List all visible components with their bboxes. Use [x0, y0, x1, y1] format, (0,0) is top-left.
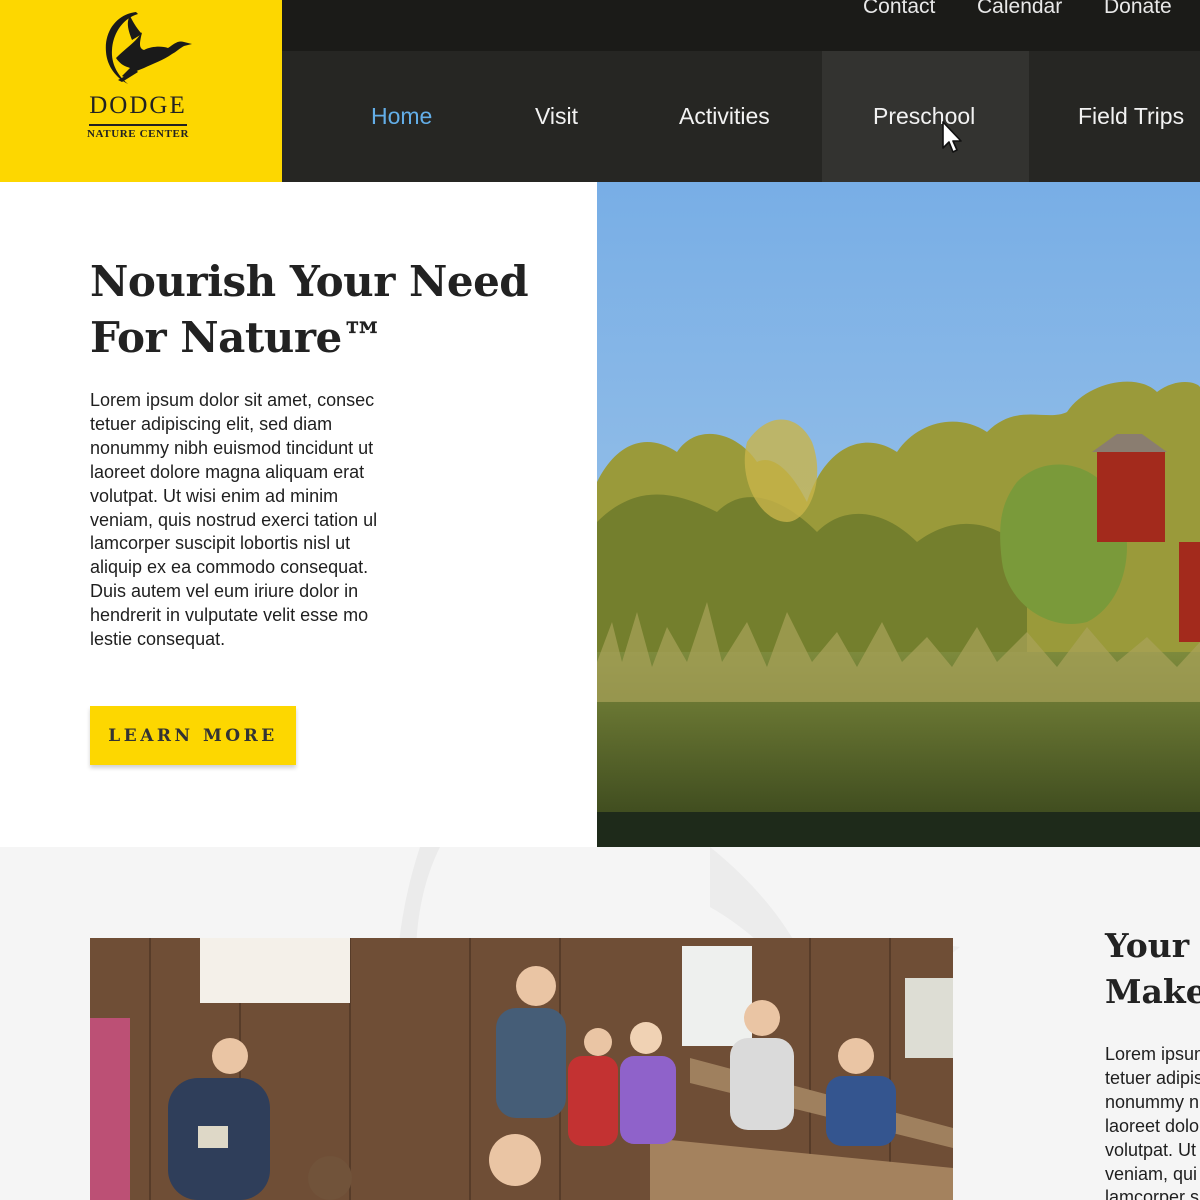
heron-icon — [105, 12, 192, 84]
logo[interactable]: DODGE NATURE CENTER — [0, 0, 282, 182]
hero-body-text: Lorem ipsum dolor sit amet, consec tetue… — [90, 390, 378, 650]
nav-visit[interactable]: Visit — [535, 103, 578, 130]
hero-title: Nourish Your Need For Nature™ — [90, 254, 570, 366]
section-body-text: Lorem ipsum tetuer adipis nonummy ni lao… — [1105, 1044, 1200, 1200]
hero-photo — [597, 182, 1200, 847]
hero-title-line1: Nourish Your Need — [90, 257, 529, 306]
brand-name: DODGE — [89, 92, 187, 119]
brand-subtitle: NATURE CENTER — [86, 128, 190, 140]
section-preschool: Your N Make Lorem ipsum tetuer adipis no… — [0, 847, 1200, 1200]
section-title-line2: Make — [1105, 972, 1200, 1011]
brand-divider — [89, 124, 187, 126]
nav-contact[interactable]: Contact — [863, 0, 935, 19]
nav-activities[interactable]: Activities — [679, 103, 770, 130]
section-title: Your N Make — [1105, 923, 1200, 1015]
hero-title-line2: For Nature™ — [90, 313, 384, 362]
main-nav: Home Visit Activities Preschool Field Tr… — [282, 51, 1200, 182]
nav-donate[interactable]: Donate — [1104, 0, 1172, 19]
nav-field-trips[interactable]: Field Trips — [1078, 103, 1184, 130]
utility-bar: Contact Calendar Donate — [282, 0, 1200, 51]
mouse-pointer-icon — [942, 121, 962, 153]
section-title-line1: Your N — [1105, 926, 1200, 965]
nav-home[interactable]: Home — [371, 103, 432, 130]
nav-calendar[interactable]: Calendar — [977, 0, 1062, 19]
children-barn-photo — [90, 938, 953, 1200]
learn-more-button[interactable]: LEARN MORE — [90, 706, 296, 765]
